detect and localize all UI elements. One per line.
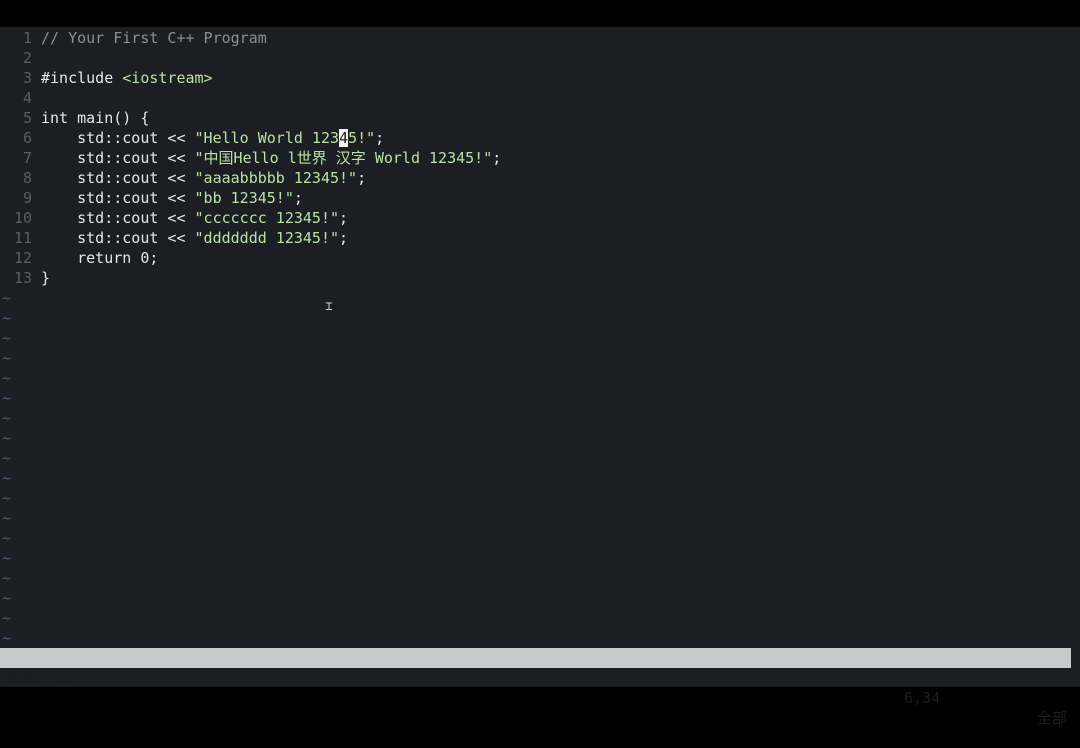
empty-line-marker: ~ (2, 449, 12, 467)
code-token: std::cout << (41, 169, 195, 187)
code-token: "ddddddd 12345!" (194, 229, 340, 247)
code-token: ; (492, 149, 502, 167)
empty-line-marker: ~ (2, 409, 12, 427)
empty-line-marker: ~ (2, 569, 12, 587)
empty-line-marker: ~ (2, 429, 12, 447)
empty-line-marker: ~ (2, 329, 12, 347)
line-number: 8 (22, 169, 32, 187)
code-token: std::cout << (41, 209, 195, 227)
code-token: std::cout << (41, 149, 195, 167)
status-cursor-position: 6,34 (904, 689, 941, 707)
code-token: std::cout << (41, 229, 195, 247)
empty-line-marker: ~ (2, 289, 12, 307)
code-token: "Hello World 123 (194, 129, 340, 147)
line-number: 2 (22, 49, 32, 67)
line-number: 13 (13, 269, 32, 287)
code-line[interactable]: 2 (0, 48, 1080, 68)
empty-line-marker: ~ (2, 609, 12, 627)
empty-line-marker: ~ (2, 489, 12, 507)
empty-line-marker: ~ (2, 589, 12, 607)
code-line[interactable]: 10 std::cout << "ccccccc 12345!"; (0, 208, 1080, 228)
code-line[interactable]: 11 std::cout << "ddddddd 12345!"; (0, 228, 1080, 248)
code-token: int main() { (41, 109, 150, 127)
code-line[interactable]: 5 int main() { (0, 108, 1080, 128)
code-token: "ccccccc 12345!" (194, 209, 340, 227)
empty-line-marker: ~ (2, 629, 12, 647)
vim-window: 1 // Your First C++ Program 2 3 #include <io… (0, 27, 1080, 727)
code-token: ; (339, 229, 349, 247)
line-number: 5 (22, 109, 32, 127)
empty-line-marker: ~ (2, 389, 12, 407)
code-line[interactable]: 1 // Your First C++ Program (0, 28, 1080, 48)
code-token: "aaaabbbbb 12345!" (194, 169, 358, 187)
line-number: 12 (13, 249, 32, 267)
code-token: "中国Hello l世界 汉字 World 12345!" (194, 149, 493, 167)
line-number: 7 (22, 149, 32, 167)
code-line[interactable]: 13} (0, 268, 1080, 288)
empty-line-marker: ~ (2, 549, 12, 567)
line-number: 9 (22, 189, 32, 207)
code-token: return 0; (41, 249, 159, 267)
code-line[interactable]: 3 #include <iostream> (0, 68, 1080, 88)
line-number: 6 (22, 129, 32, 147)
line-number: 10 (13, 209, 32, 227)
editor-buffer[interactable]: 1 // Your First C++ Program 2 3 #include <io… (0, 28, 1080, 648)
code-token: std::cout << (41, 189, 195, 207)
code-token: ; (293, 189, 303, 207)
line-number: 3 (22, 69, 32, 87)
code-token: } (41, 269, 51, 287)
empty-line-marker: ~ (2, 309, 12, 327)
code-token: ; (339, 209, 349, 227)
line-number: 1 (22, 29, 32, 47)
empty-line-marker: ~ (2, 509, 12, 527)
text-cursor: 4 (339, 129, 349, 147)
line-number: 11 (13, 229, 32, 247)
empty-line-marker: ~ (2, 529, 12, 547)
code-line[interactable]: 12 return 0; (0, 248, 1080, 268)
empty-line-marker: ~ (2, 349, 12, 367)
status-line: demo.cpp [+] 6,34 全部 (0, 648, 1071, 727)
code-token: // Your First C++ Program (41, 29, 267, 47)
code-line[interactable]: 9 std::cout << "bb 12345!"; (0, 188, 1080, 208)
code-line[interactable]: 6 std::cout << "Hello World 12345!"; (0, 128, 1080, 148)
code-line[interactable]: 7 std::cout << "中国Hello l世界 汉字 World 123… (0, 148, 1080, 168)
status-filename: demo.cpp [+] (4, 669, 122, 687)
code-token: <iostream> (122, 69, 213, 87)
code-token: "bb 12345!" (194, 189, 294, 207)
ibeam-cursor-icon: ⌶ (325, 299, 333, 313)
code-token: #include (41, 69, 123, 87)
empty-line-marker: ~ (2, 469, 12, 487)
empty-line-marker: ~ (2, 369, 12, 387)
status-scroll-indicator: 全部 (1036, 709, 1067, 727)
code-token: ; (357, 169, 367, 187)
code-line[interactable]: 8 std::cout << "aaaabbbbb 12345!"; (0, 168, 1080, 188)
code-token: ; (375, 129, 385, 147)
line-number: 4 (22, 89, 32, 107)
code-token: std::cout << (41, 129, 195, 147)
code-line[interactable]: 4 (0, 88, 1080, 108)
code-token: 5!" (348, 129, 376, 147)
